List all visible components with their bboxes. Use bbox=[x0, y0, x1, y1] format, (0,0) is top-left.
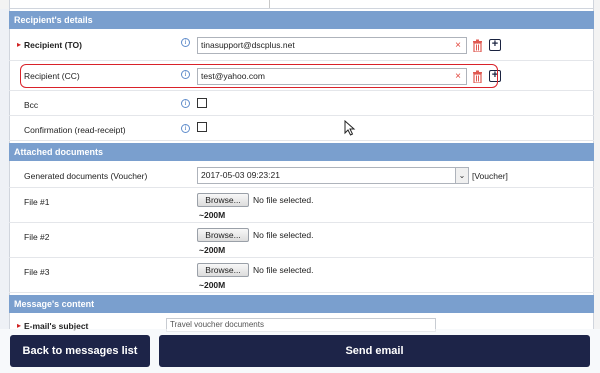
section-header-attachments: Attached documents bbox=[9, 143, 594, 161]
file-label: File #1 bbox=[24, 197, 50, 207]
info-icon[interactable]: i bbox=[181, 99, 190, 108]
info-icon[interactable]: i bbox=[181, 38, 190, 47]
file-size-limit: ~200M bbox=[199, 280, 226, 290]
send-email-button[interactable]: Send email bbox=[159, 335, 590, 367]
row-confirmation: Confirmation (read-receipt) i bbox=[9, 116, 594, 141]
file-size-limit: ~200M bbox=[199, 245, 226, 255]
browse-button[interactable]: Browse... bbox=[197, 193, 249, 207]
cc-highlight-outline bbox=[20, 64, 498, 88]
file-status: No file selected. bbox=[253, 265, 314, 275]
clear-icon[interactable]: × bbox=[455, 38, 461, 53]
confirmation-label: Confirmation (read-receipt) bbox=[24, 125, 126, 135]
recipient-to-label: Recipient (TO) bbox=[24, 40, 82, 50]
recipient-to-input[interactable]: tinasupport@dscplus.net × bbox=[197, 37, 467, 54]
mouse-cursor-icon bbox=[344, 120, 356, 136]
bcc-checkbox[interactable] bbox=[197, 98, 207, 108]
subject-value: Travel voucher documents bbox=[170, 320, 264, 329]
row-file-2: File #2 Browse... No file selected. ~200… bbox=[9, 223, 594, 258]
browse-button[interactable]: Browse... bbox=[197, 228, 249, 242]
row-file-3: File #3 Browse... No file selected. ~200… bbox=[9, 258, 594, 293]
file-status: No file selected. bbox=[253, 230, 314, 240]
file-label: File #3 bbox=[24, 267, 50, 277]
row-recipient-to: ▸ Recipient (TO) i tinasupport@dscplus.n… bbox=[9, 29, 594, 61]
row-file-1: File #1 Browse... No file selected. ~200… bbox=[9, 188, 594, 223]
bcc-label: Bcc bbox=[24, 100, 39, 110]
generated-documents-value: 2017-05-03 09:23:21 bbox=[201, 170, 280, 180]
generated-documents-select[interactable]: 2017-05-03 09:23:21 ⌄ bbox=[197, 167, 469, 184]
browse-button[interactable]: Browse... bbox=[197, 263, 249, 277]
add-recipient-button[interactable]: + bbox=[489, 39, 501, 51]
section-header-message: Message's content bbox=[9, 295, 594, 313]
right-gutter bbox=[594, 9, 600, 329]
required-marker: ▸ bbox=[17, 40, 22, 49]
row-generated-documents: Generated documents (Voucher) 2017-05-03… bbox=[9, 161, 594, 188]
top-strip bbox=[0, 0, 600, 9]
info-icon[interactable]: i bbox=[181, 124, 190, 133]
generated-documents-label: Generated documents (Voucher) bbox=[24, 171, 148, 181]
divider bbox=[269, 0, 270, 8]
file-status: No file selected. bbox=[253, 195, 314, 205]
back-to-messages-button[interactable]: Back to messages list bbox=[10, 335, 150, 367]
file-size-limit: ~200M bbox=[199, 210, 226, 220]
chevron-down-icon[interactable]: ⌄ bbox=[455, 168, 468, 183]
previous-panel-edge bbox=[9, 0, 594, 9]
confirmation-checkbox[interactable] bbox=[197, 122, 207, 132]
recipient-to-value: tinasupport@dscplus.net bbox=[201, 40, 295, 50]
trash-icon[interactable] bbox=[472, 39, 483, 52]
file-label: File #2 bbox=[24, 232, 50, 242]
section-header-recipients: Recipient's details bbox=[9, 11, 594, 29]
row-bcc: Bcc i bbox=[9, 91, 594, 116]
voucher-tag: [Voucher] bbox=[472, 171, 508, 181]
